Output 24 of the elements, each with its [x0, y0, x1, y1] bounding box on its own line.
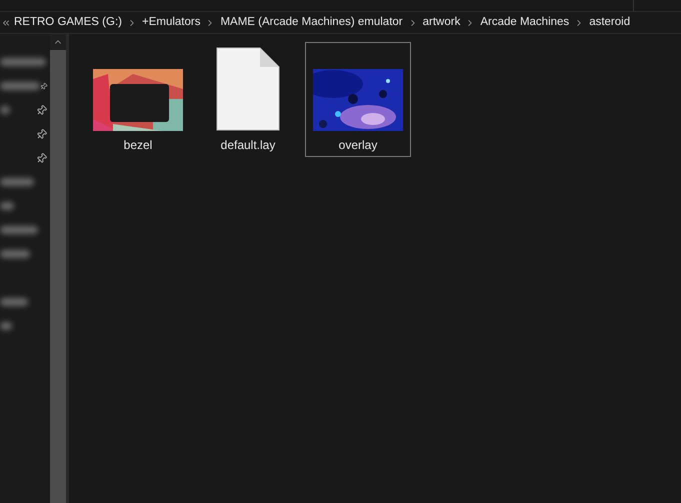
file-name: default.lay [220, 137, 276, 153]
blurred-text [0, 298, 28, 306]
breadcrumb-item[interactable]: asteroid [589, 14, 630, 32]
file-item[interactable]: default.lay [195, 42, 301, 157]
blurred-text [0, 250, 30, 258]
blurred-text [0, 178, 34, 186]
breadcrumb-item[interactable]: RETRO GAMES (G:) [14, 14, 122, 32]
breadcrumb-item[interactable]: +Emulators [142, 14, 200, 32]
blurred-text [0, 202, 14, 210]
blurred-text [0, 106, 10, 114]
overflow-icon[interactable] [1, 18, 11, 28]
file-name: overlay [338, 137, 378, 153]
breadcrumb-item[interactable]: MAME (Arcade Machines) emulator [220, 14, 403, 32]
blurred-text [0, 82, 40, 90]
file-icon [216, 47, 280, 131]
scrollbar[interactable] [50, 34, 66, 503]
file-name: bezel [124, 137, 152, 153]
breadcrumb-item[interactable]: artwork [422, 14, 460, 32]
blurred-text [0, 226, 38, 234]
file-item[interactable]: overlay [305, 42, 411, 157]
blurred-text [0, 58, 46, 66]
file-item[interactable]: bezel [85, 42, 191, 157]
blurred-text [0, 322, 12, 330]
breadcrumb-item[interactable]: Arcade Machines [480, 14, 570, 32]
